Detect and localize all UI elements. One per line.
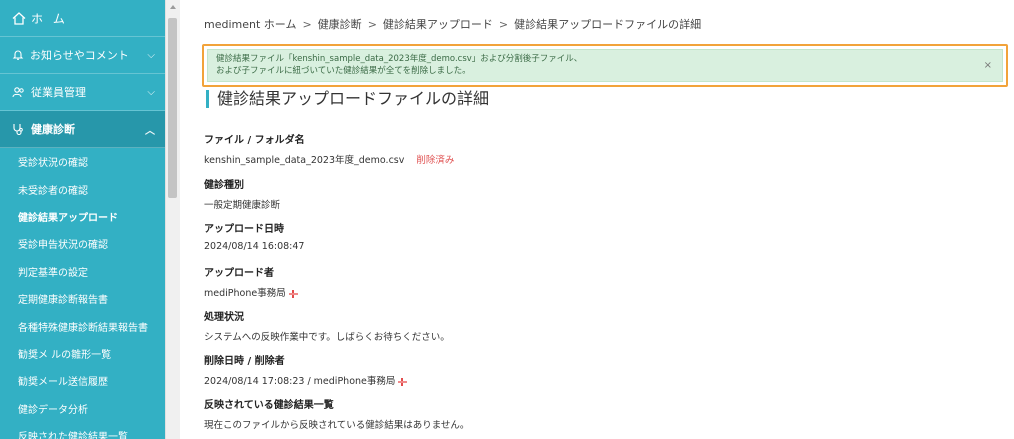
sidebar-section-notifications[interactable]: お知らせやコメント ⌵ xyxy=(0,37,165,74)
breadcrumb-health-checkup[interactable]: 健康診断 xyxy=(318,18,362,31)
field-value: 2024/08/14 16:08:47 xyxy=(204,241,305,252)
chevron-up-icon: ︿ xyxy=(145,125,155,137)
sidebar-item-reflected-results[interactable]: 反映された健診結果一覧 xyxy=(0,421,165,439)
sidebar-item-criteria-settings[interactable]: 判定基準の設定 xyxy=(0,257,165,285)
breadcrumb-separator: > xyxy=(498,18,509,31)
sidebar-item-label: 判定基準の設定 xyxy=(18,267,88,279)
alert-message-line2: および子ファイルに紐づいていた健診結果が全てを削除しました。 xyxy=(216,66,471,76)
sidebar-item-label: 受診申告状況の確認 xyxy=(18,240,108,252)
breadcrumb-separator: > xyxy=(367,18,377,31)
sidebar-item-special-report[interactable]: 各種特殊健康診断結果報告書 xyxy=(0,312,165,340)
sidebar: ホ ム お知らせやコメント ⌵ 従業員管理 ⌵ 健康診断 ︿ 受診状況の確認 未… xyxy=(0,0,165,439)
close-icon[interactable]: × xyxy=(984,60,992,72)
chevron-down-icon: ⌵ xyxy=(147,86,155,98)
field-reflected-results: 反映されている健診結果一覧 現在このファイルから反映されている健診結果はありませ… xyxy=(204,396,469,431)
uploader-name: mediPhone事務局 xyxy=(204,288,286,299)
chevron-down-icon: ⌵ xyxy=(147,49,155,61)
field-upload-datetime: アップロード日時 2024/08/14 16:08:47 xyxy=(204,220,304,252)
sidebar-home[interactable]: ホ ム xyxy=(0,0,165,37)
sidebar-section-health-checkup[interactable]: 健康診断 ︿ xyxy=(0,111,165,148)
success-alert: 健診結果ファイル「kenshin_sample_data_2023年度_demo… xyxy=(207,49,1003,82)
pin-icon xyxy=(288,289,298,298)
field-value: mediPhone事務局 xyxy=(204,285,298,299)
sidebar-section-label: 従業員管理 xyxy=(31,86,86,99)
breadcrumb-home[interactable]: mediment ホーム xyxy=(204,18,296,31)
sidebar-item-label: 健診結果アップロード xyxy=(18,212,118,224)
pin-icon xyxy=(398,377,408,386)
sidebar-section-employees[interactable]: 従業員管理 ⌵ xyxy=(0,74,165,111)
field-label: ファイル / フォルダ名 xyxy=(204,135,305,146)
field-uploader: アップロード者 mediPhone事務局 xyxy=(204,264,298,299)
field-value: 2024/08/14 17:08:23 / mediPhone事務局 xyxy=(204,373,408,387)
sidebar-item-label: 勧奨メ ルの雛形一覧 xyxy=(18,349,112,361)
field-value: システムへの反映作業中です。しばらくお待ちください。 xyxy=(204,332,450,343)
field-value: 一般定期健康診断 xyxy=(204,200,281,211)
sidebar-item-unexamined[interactable]: 未受診者の確認 xyxy=(0,175,165,203)
field-deleted-info: 削除日時 / 削除者 2024/08/14 17:08:23 / mediPho… xyxy=(204,352,408,387)
sidebar-scrollbar[interactable] xyxy=(165,0,180,439)
sidebar-item-mail-history[interactable]: 勧奨メール送信履歴 xyxy=(0,367,165,395)
sidebar-item-label: 未受診者の確認 xyxy=(18,185,88,197)
field-value: kenshin_sample_data_2023年度_demo.csv 削除済み xyxy=(204,152,454,166)
sidebar-item-data-analysis[interactable]: 健診データ分析 xyxy=(0,394,165,422)
field-label: 反映されている健診結果一覧 xyxy=(204,400,334,411)
field-label: 処理状況 xyxy=(204,312,244,323)
field-processing-status: 処理状況 システムへの反映作業中です。しばらくお待ちください。 xyxy=(204,308,450,343)
deleted-status-badge: 削除済み xyxy=(416,155,455,166)
sidebar-section-label: 健康診断 xyxy=(31,123,75,136)
sidebar-item-label: 各種特殊健康診断結果報告書 xyxy=(18,322,148,334)
home-icon xyxy=(12,11,26,25)
breadcrumb-current: 健診結果アップロードファイルの詳細 xyxy=(514,18,702,31)
sidebar-item-label: 反映された健診結果一覧 xyxy=(18,432,128,439)
field-label: 削除日時 / 削除者 xyxy=(204,356,285,367)
deleted-datetime-value: 2024/08/14 17:08:23 / mediPhone事務局 xyxy=(204,376,396,387)
field-value: 現在このファイルから反映されている健診結果はありません。 xyxy=(204,420,470,431)
sidebar-item-label: 受診状況の確認 xyxy=(18,158,88,170)
field-label: アップロード日時 xyxy=(204,224,284,235)
alert-message-line1: 健診結果ファイル「kenshin_sample_data_2023年度_demo… xyxy=(216,54,583,64)
sidebar-item-result-upload[interactable]: 健診結果アップロード xyxy=(0,202,165,231)
page-title: 健診結果アップロードファイルの詳細 xyxy=(206,90,489,108)
scrollbar-thumb[interactable] xyxy=(168,18,177,198)
field-file-name: ファイル / フォルダ名 kenshin_sample_data_2023年度_… xyxy=(204,131,454,166)
users-icon xyxy=(12,87,24,98)
sidebar-item-periodic-report[interactable]: 定期健康診断報告書 xyxy=(0,284,165,313)
sidebar-item-checkup-status[interactable]: 受診状況の確認 xyxy=(0,148,165,176)
sidebar-section-label: お知らせやコメント xyxy=(30,49,129,62)
scroll-up-arrow-icon[interactable] xyxy=(170,5,176,9)
field-checkup-type: 健診種別 一般定期健康診断 xyxy=(204,176,280,211)
breadcrumb: mediment ホーム > 健康診断 > 健診結果アップロード > 健診結果アップロードフ… xyxy=(204,16,701,32)
sidebar-item-declaration-status[interactable]: 受診申告状況の確認 xyxy=(0,230,165,258)
sidebar-item-mail-templates[interactable]: 勧奨メ ルの雛形一覧 xyxy=(0,339,165,368)
file-name-value: kenshin_sample_data_2023年度_demo.csv xyxy=(204,155,405,166)
sidebar-item-label: 健診データ分析 xyxy=(18,404,88,416)
field-label: 健診種別 xyxy=(204,180,244,191)
alert-highlight: 健診結果ファイル「kenshin_sample_data_2023年度_demo… xyxy=(202,44,1008,87)
breadcrumb-result-upload[interactable]: 健診結果アップロード xyxy=(383,18,493,31)
bell-icon xyxy=(12,50,24,60)
sidebar-item-label: 定期健康診断報告書 xyxy=(18,295,108,307)
stethoscope-icon xyxy=(13,124,23,135)
breadcrumb-separator: > xyxy=(302,18,312,31)
field-label: アップロード者 xyxy=(204,268,274,279)
sidebar-item-label: 勧奨メール送信履歴 xyxy=(18,377,108,389)
main-content: mediment ホーム > 健康診断 > 健診結果アップロード > 健診結果アップロードフ… xyxy=(180,0,1014,439)
sidebar-home-label: ホ ム xyxy=(31,11,68,26)
